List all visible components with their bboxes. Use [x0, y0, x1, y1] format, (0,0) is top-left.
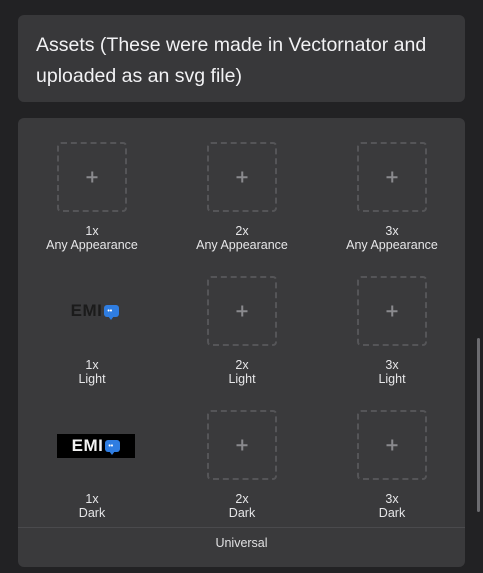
vertical-scrollbar[interactable] — [477, 338, 480, 512]
slot-appearance: Any Appearance — [196, 238, 288, 252]
plus-icon — [359, 278, 425, 344]
slot-label: 1x Dark — [22, 492, 162, 520]
image-well-light-1x[interactable]: EMI •• — [50, 300, 140, 322]
slot-appearance: Light — [228, 372, 256, 386]
slot-label: 1x Any Appearance — [22, 224, 162, 252]
image-well-light-3x[interactable] — [357, 276, 427, 346]
slot-appearance: Light — [378, 372, 406, 386]
plus-icon — [209, 412, 275, 478]
plus-icon — [359, 144, 425, 210]
asset-slots-panel: 1x Any Appearance 2x Any Appearance 3x A… — [18, 118, 465, 567]
image-well-any-3x[interactable] — [357, 142, 427, 212]
footer-divider — [18, 527, 465, 528]
slot-appearance: Light — [78, 372, 106, 386]
asset-title: Assets (These were made in Vectornator a… — [36, 34, 427, 87]
chat-bubble-icon: •• — [104, 305, 120, 320]
slot-label: 3x Dark — [322, 492, 462, 520]
slot-label: 2x Dark — [172, 492, 312, 520]
image-well-any-1x[interactable] — [57, 142, 127, 212]
emi-logo-text: EMI — [71, 436, 104, 455]
slot-label: 2x Any Appearance — [172, 224, 312, 252]
asset-title-card: Assets (These were made in Vectornator a… — [18, 15, 465, 102]
slot-label: 3x Light — [322, 358, 462, 386]
slot-appearance: Dark — [378, 506, 406, 520]
slot-label: 1x Light — [22, 358, 162, 386]
image-well-dark-1x[interactable]: EMI •• — [57, 434, 135, 458]
slot-scale: 3x — [385, 492, 399, 506]
slot-scale: 3x — [385, 358, 399, 372]
plus-icon — [59, 144, 125, 210]
slot-scale: 2x — [235, 492, 249, 506]
image-well-dark-2x[interactable] — [207, 410, 277, 480]
slot-scale: 2x — [235, 224, 249, 238]
slot-appearance: Any Appearance — [46, 238, 138, 252]
emi-logo-text: EMI — [70, 301, 103, 320]
slot-scale: 3x — [385, 224, 399, 238]
universal-label: Universal — [215, 536, 268, 550]
plus-icon — [359, 412, 425, 478]
slot-scale: 1x — [85, 492, 99, 506]
slot-appearance: Any Appearance — [346, 238, 438, 252]
plus-icon — [209, 144, 275, 210]
image-well-light-2x[interactable] — [207, 276, 277, 346]
slot-appearance: Dark — [78, 506, 106, 520]
image-well-any-2x[interactable] — [207, 142, 277, 212]
slot-scale: 2x — [235, 358, 249, 372]
slot-label: 2x Light — [172, 358, 312, 386]
slot-scale: 1x — [85, 358, 99, 372]
slot-label: 3x Any Appearance — [322, 224, 462, 252]
chat-bubble-icon: •• — [105, 440, 121, 455]
slot-appearance: Dark — [228, 506, 256, 520]
slot-scale: 1x — [85, 224, 99, 238]
plus-icon — [209, 278, 275, 344]
image-well-dark-3x[interactable] — [357, 410, 427, 480]
